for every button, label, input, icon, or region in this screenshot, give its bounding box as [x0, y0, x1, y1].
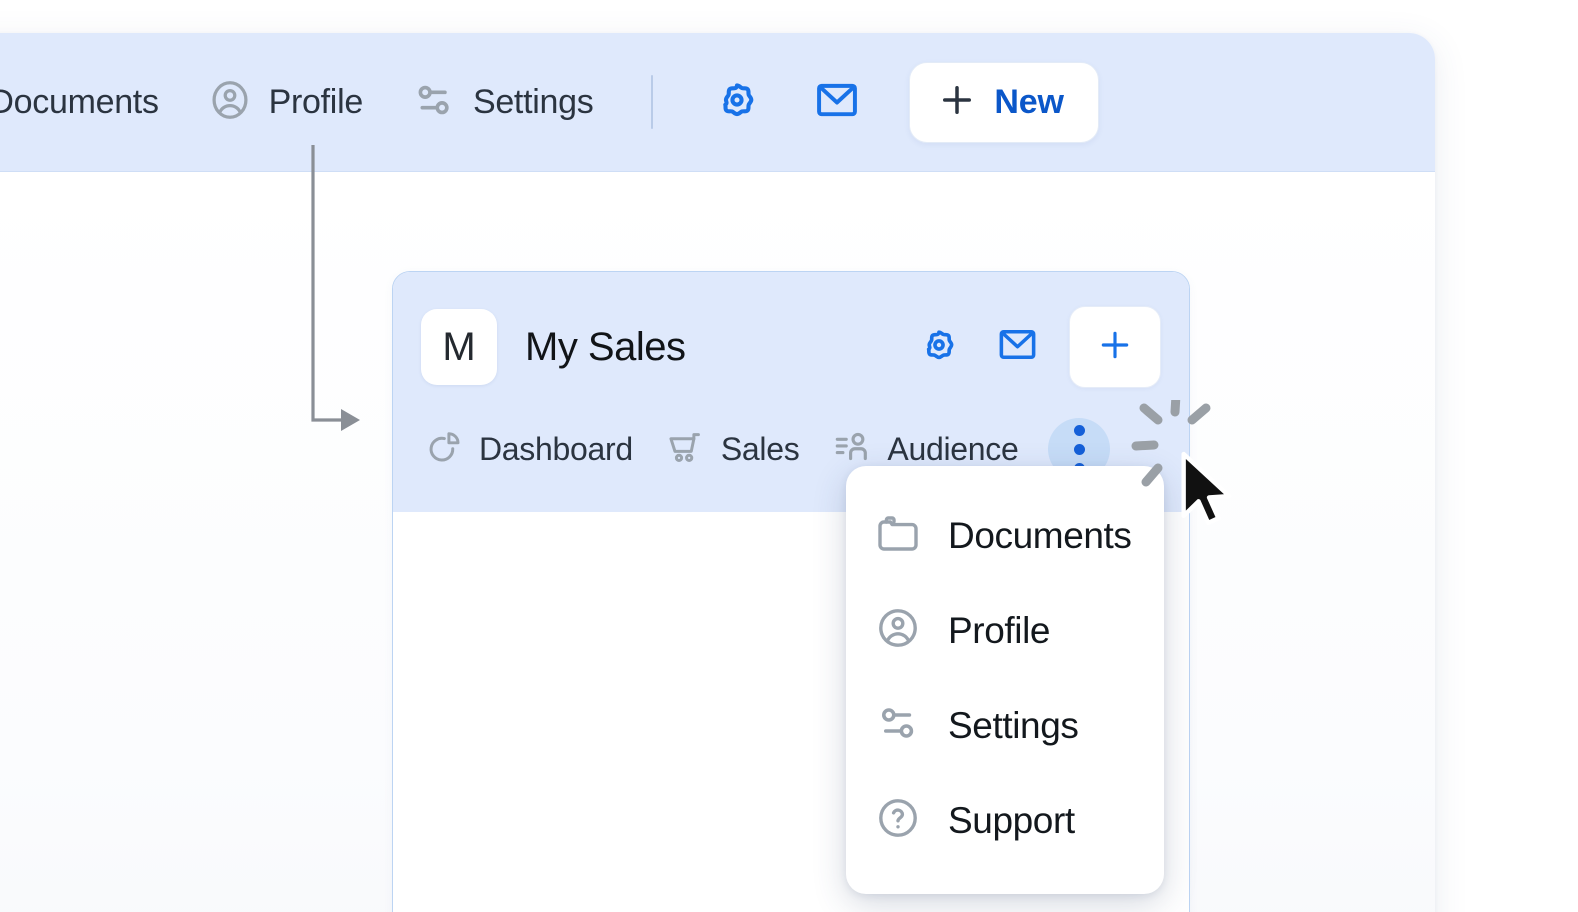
gear-icon: [916, 322, 962, 373]
overflow-dropdown-menu: Documents Profile Setting: [846, 466, 1164, 894]
settings-gear-button[interactable]: [709, 74, 765, 130]
page-body: M My Sales: [0, 172, 1435, 912]
page-title: My Sales: [525, 325, 686, 370]
card-header-actions: [887, 306, 1161, 388]
shopping-cart-icon: [665, 426, 707, 473]
plus-icon: [936, 79, 978, 126]
avatar-initial: M: [442, 325, 475, 370]
tab-label: Audience: [887, 431, 1018, 468]
pie-chart-icon: [423, 426, 465, 473]
tab-sales[interactable]: Sales: [649, 418, 816, 481]
nav-item-profile[interactable]: Profile: [183, 69, 387, 136]
card-mail-button[interactable]: [991, 321, 1043, 373]
menu-item-label: Support: [948, 800, 1075, 842]
top-nav-items: Audience Documents: [0, 62, 1391, 143]
kebab-dots-icon: [1074, 425, 1085, 436]
user-circle-icon: [207, 77, 253, 128]
kebab-dots-icon: [1074, 444, 1085, 455]
folder-icon: [874, 509, 922, 562]
envelope-icon: [812, 75, 862, 130]
sliders-icon: [411, 77, 457, 128]
nav-item-documents[interactable]: Documents: [0, 69, 183, 136]
nav-item-settings[interactable]: Settings: [387, 69, 617, 136]
user-circle-icon: [874, 604, 922, 657]
nav-item-label: Settings: [473, 83, 593, 122]
mail-button[interactable]: [809, 74, 865, 130]
menu-item-settings[interactable]: Settings: [846, 678, 1164, 773]
menu-item-support[interactable]: Support: [846, 773, 1164, 868]
top-navigation-bar: Audience Documents: [0, 33, 1435, 172]
question-circle-icon: [874, 794, 922, 847]
plus-icon: [1095, 325, 1135, 370]
menu-item-label: Profile: [948, 610, 1050, 652]
screen-root: Audience Documents: [0, 0, 1578, 912]
nav-item-label: Profile: [269, 83, 363, 122]
card-title-row: M My Sales: [393, 272, 1189, 394]
nav-item-label: Documents: [0, 83, 159, 122]
menu-item-documents[interactable]: Documents: [846, 488, 1164, 583]
sliders-icon: [874, 699, 922, 752]
app-window: Audience Documents: [0, 33, 1435, 912]
gear-icon: [711, 74, 763, 131]
new-button[interactable]: New: [909, 62, 1098, 143]
tab-label: Dashboard: [479, 431, 633, 468]
card-add-button[interactable]: [1069, 306, 1161, 388]
card-settings-button[interactable]: [913, 321, 965, 373]
menu-item-label: Settings: [948, 705, 1079, 747]
avatar: M: [421, 309, 497, 385]
tab-label: Sales: [721, 431, 800, 468]
new-button-label: New: [994, 83, 1063, 122]
nav-divider: [651, 75, 653, 129]
tab-dashboard[interactable]: Dashboard: [407, 418, 649, 481]
envelope-icon: [995, 322, 1040, 372]
menu-item-profile[interactable]: Profile: [846, 583, 1164, 678]
menu-item-label: Documents: [948, 515, 1132, 557]
